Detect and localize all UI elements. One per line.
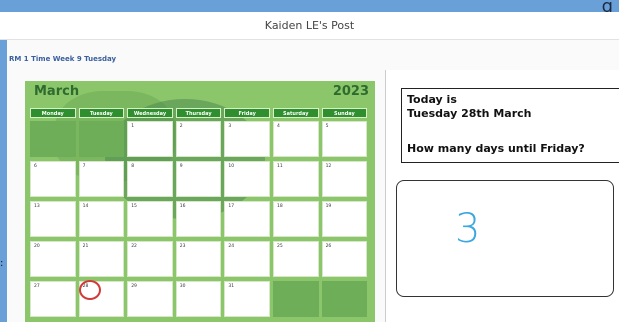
calendar-day-cell: 6: [30, 161, 76, 197]
date-circle-marker: [79, 280, 101, 300]
calendar-day-cell: 3: [224, 121, 270, 157]
question-line-3: How many days until Friday?: [407, 142, 585, 155]
calendar-day-cell: 1: [127, 121, 173, 157]
question-line-2: Tuesday 28th March: [407, 107, 532, 120]
day-number: 26: [325, 244, 332, 249]
day-number: 2: [179, 124, 183, 129]
calendar-day-cell: 23: [175, 241, 222, 277]
day-number: 22: [131, 244, 137, 249]
question-line-1: Today is: [407, 93, 457, 106]
day-number: 21: [82, 244, 89, 249]
day-number: 16: [179, 204, 186, 209]
day-number: 14: [82, 204, 89, 209]
day-number: 13: [34, 204, 40, 209]
handwritten-answer: 3: [455, 206, 481, 252]
day-number: 7: [82, 164, 86, 169]
day-header: Tuesday: [78, 108, 125, 118]
day-number: 29: [131, 284, 137, 289]
question-box: Today is Tuesday 28th March How many day…: [401, 88, 619, 163]
day-header: Sunday: [321, 108, 368, 118]
day-number: 19: [325, 204, 332, 209]
calendar-day-cell: 4: [272, 121, 319, 157]
calendar-day-cell: 9: [175, 161, 222, 197]
post-subtitle: RM 1 Time Week 9 Tuesday: [9, 55, 117, 63]
post-page: g Kaiden LE's Post : RM 1 Time Week 9 Tu…: [0, 0, 619, 322]
calendar-day-cell: 24: [224, 241, 270, 277]
day-number: 1: [131, 124, 135, 129]
day-number: 11: [276, 164, 283, 169]
day-number: 27: [34, 284, 40, 289]
day-number: 8: [131, 164, 135, 169]
calendar-day-cell: 14: [78, 201, 125, 237]
day-header: Thursday: [175, 108, 222, 118]
day-number: 30: [179, 284, 186, 289]
calendar-day-cell: 15: [127, 201, 173, 237]
day-header: Friday: [224, 108, 270, 118]
day-number: 18: [276, 204, 283, 209]
day-number: 20: [34, 244, 40, 249]
calendar-day-cell: 19: [321, 201, 368, 237]
calendar-day-cell: 30: [175, 281, 222, 317]
calendar-day-cell: 2: [175, 121, 222, 157]
calendar-day-cell: 31: [224, 281, 270, 317]
calendar-day-cell: [30, 121, 76, 157]
left-accent-strip: [0, 40, 7, 322]
calendar-day-cell: 16: [175, 201, 222, 237]
answer-box: 3: [396, 180, 614, 297]
calendar-day-cell: 8: [127, 161, 173, 197]
calendar-day-cell: 22: [127, 241, 173, 277]
day-number: 10: [228, 164, 235, 169]
day-number: 9: [179, 164, 183, 169]
day-header: Saturday: [272, 108, 319, 118]
day-number: 3: [228, 124, 232, 129]
calendar-day-cell: 7: [78, 161, 125, 197]
calendar-day-cell: [321, 281, 368, 317]
calendar-day-cell: 5: [321, 121, 368, 157]
calendar-day-cell: 20: [30, 241, 76, 277]
day-number: 25: [276, 244, 283, 249]
calendar-day-cell: 13: [30, 201, 76, 237]
post-content: RM 1 Time Week 9 Tuesday March 2023 Mond…: [7, 40, 619, 322]
day-number: 23: [179, 244, 186, 249]
day-number: 24: [228, 244, 235, 249]
calendar-day-cell: 29: [127, 281, 173, 317]
calendar-day-cell: 21: [78, 241, 125, 277]
calendar-day-cell: 12: [321, 161, 368, 197]
calendar-day-cell: [272, 281, 319, 317]
calendar-day-cell: 10: [224, 161, 270, 197]
calendar-day-cell: 27: [30, 281, 76, 317]
calendar-day-headers: Monday Tuesday Wednesday Thursday Friday…: [30, 108, 370, 118]
day-header: Wednesday: [127, 108, 173, 118]
calendar-day-cell: 17: [224, 201, 270, 237]
calendar-year: 2023: [332, 84, 369, 99]
day-number: 6: [34, 164, 37, 169]
calendar-day-cell: 26: [321, 241, 368, 277]
day-number: 4: [276, 124, 280, 129]
calendar-day-cell: 18: [272, 201, 319, 237]
calendar-day-cell: 11: [272, 161, 319, 197]
post-title: Kaiden LE's Post: [264, 19, 355, 32]
top-accent-bar: [0, 0, 619, 12]
day-header: Monday: [30, 108, 76, 118]
day-number: 12: [325, 164, 332, 169]
post-header: Kaiden LE's Post: [0, 12, 619, 40]
day-number: 17: [228, 204, 235, 209]
calendar-month: March: [34, 84, 80, 99]
right-panel: Today is Tuesday 28th March How many day…: [386, 70, 619, 322]
calendar-day-cell: 25: [272, 241, 319, 277]
calendar-image: March 2023 Monday Tuesday Wednesday Thur…: [25, 81, 375, 322]
day-number: 15: [131, 204, 137, 209]
day-number: 31: [228, 284, 235, 289]
day-number: 5: [325, 124, 329, 129]
calendar-day-cell: [78, 121, 125, 157]
